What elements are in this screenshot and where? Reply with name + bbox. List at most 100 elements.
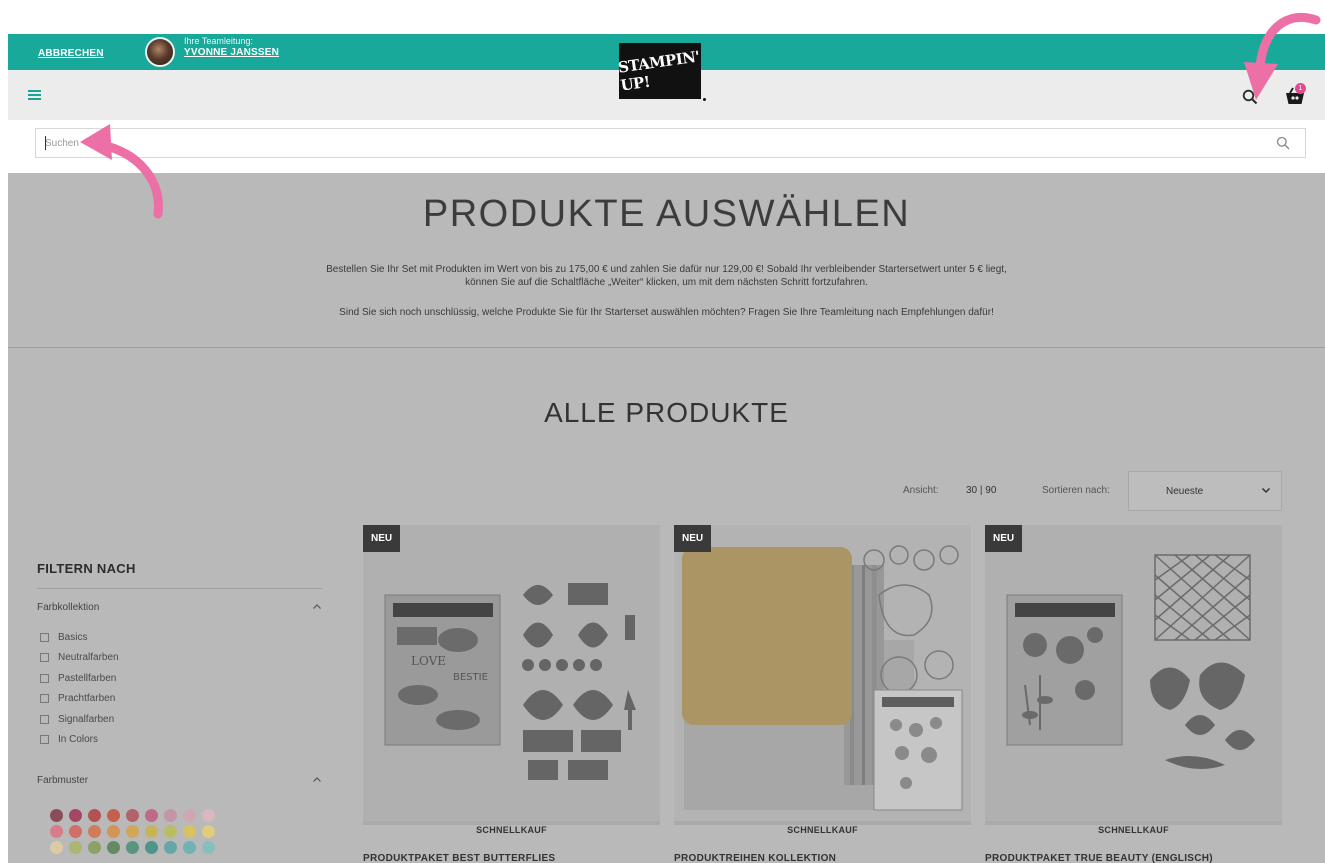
- new-badge: NEU: [985, 525, 1023, 552]
- swatch-row: [50, 809, 221, 825]
- color-swatch[interactable]: [50, 809, 63, 822]
- filter-option-pastellfarben[interactable]: Pastellfarben: [40, 668, 119, 689]
- chevron-up-icon: [313, 604, 321, 609]
- product-name[interactable]: PRODUKTPAKET TRUE BEAUTY (ENGLISCH): [985, 853, 1282, 863]
- checkbox[interactable]: [40, 673, 49, 683]
- stampin-up-logo[interactable]: STAMPIN' UP!: [616, 43, 701, 99]
- team-lead-label: Ihre Teamleitung:: [184, 36, 253, 46]
- color-swatch[interactable]: [183, 825, 196, 838]
- filter-option-in-colors[interactable]: In Colors: [40, 730, 119, 751]
- product-card[interactable]: NEU: [985, 525, 1282, 825]
- checkbox[interactable]: [40, 714, 49, 724]
- cancel-link[interactable]: ABBRECHEN: [38, 48, 104, 59]
- section-title: ALLE PRODUKTE: [544, 397, 789, 428]
- filter-option-label: Basics: [58, 631, 88, 643]
- color-swatch[interactable]: [164, 841, 177, 854]
- color-swatch[interactable]: [164, 825, 177, 838]
- product-card[interactable]: LOVE BESTIE NEU: [363, 525, 660, 825]
- color-swatch[interactable]: [145, 841, 158, 854]
- filter-option-prachtfarben[interactable]: Prachtfarben: [40, 689, 119, 710]
- filter-list-farbkollektion: Basics Neutralfarben Pastellfarben Prach…: [40, 627, 119, 750]
- checkbox[interactable]: [40, 694, 49, 704]
- quick-buy-link[interactable]: SCHNELLKAUF: [674, 825, 971, 835]
- color-swatch-grid: [50, 809, 221, 857]
- quick-buy-link[interactable]: SCHNELLKAUF: [363, 825, 660, 835]
- filter-option-label: Signalfarben: [58, 713, 115, 725]
- search-submit-icon[interactable]: [1276, 136, 1290, 150]
- svg-text:BESTIE: BESTIE: [453, 672, 488, 683]
- color-swatch[interactable]: [69, 809, 82, 822]
- filter-group-farbkollektion[interactable]: Farbkollektion: [37, 600, 322, 616]
- color-swatch[interactable]: [145, 825, 158, 838]
- section-divider: [8, 347, 1325, 348]
- new-badge: NEU: [674, 525, 712, 552]
- color-swatch[interactable]: [88, 841, 101, 854]
- paper-collection-illustration: [674, 525, 971, 821]
- svg-text:LOVE: LOVE: [411, 654, 446, 668]
- filter-group-label: Farbkollektion: [37, 602, 100, 613]
- product-name[interactable]: PRODUKTPAKET BEST BUTTERFLIES: [363, 853, 660, 863]
- product-image: [985, 525, 1282, 821]
- color-swatch[interactable]: [50, 841, 63, 854]
- filter-option-label: Prachtfarben: [58, 693, 116, 705]
- color-swatch[interactable]: [107, 809, 120, 822]
- color-swatch[interactable]: [145, 809, 158, 822]
- color-swatch[interactable]: [202, 825, 215, 838]
- color-swatch[interactable]: [202, 809, 215, 822]
- search-input[interactable]: [35, 128, 1306, 158]
- team-lead-name-link[interactable]: YVONNE JANSSEN: [184, 47, 279, 58]
- hero-description-line-1: Bestellen Sie Ihr Set mit Produkten im W…: [326, 264, 1007, 275]
- color-swatch[interactable]: [69, 825, 82, 838]
- checkbox[interactable]: [40, 653, 49, 663]
- view-options[interactable]: 30 | 90: [966, 485, 996, 496]
- product-image: LOVE BESTIE: [363, 525, 660, 821]
- color-swatch[interactable]: [69, 841, 82, 854]
- filter-title: FILTERN NACH: [37, 561, 136, 576]
- color-swatch[interactable]: [183, 809, 196, 822]
- sort-label: Sortieren nach:: [1042, 485, 1110, 496]
- filter-group-farbmuster[interactable]: Farbmuster: [37, 773, 322, 789]
- logo-trademark-dot: [703, 98, 706, 101]
- product-image: [674, 525, 971, 821]
- checkbox[interactable]: [40, 632, 49, 642]
- chevron-down-icon: [1261, 487, 1271, 494]
- color-swatch[interactable]: [126, 841, 139, 854]
- color-swatch[interactable]: [126, 809, 139, 822]
- filter-option-basics[interactable]: Basics: [40, 627, 119, 648]
- product-name[interactable]: PRODUKTREIHEN KOLLEKTION: [674, 853, 971, 863]
- color-swatch[interactable]: [88, 809, 101, 822]
- team-lead-avatar: [145, 37, 175, 67]
- filter-option-signalfarben[interactable]: Signalfarben: [40, 709, 119, 730]
- color-swatch[interactable]: [50, 825, 63, 838]
- new-badge: NEU: [363, 525, 401, 552]
- text-cursor: [45, 136, 46, 150]
- hero-description-line-2: können Sie auf die Schaltfläche „Weiter“…: [465, 277, 868, 288]
- search-bar: [8, 120, 1325, 173]
- page-content: PRODUKTE AUSWÄHLEN Bestellen Sie Ihr Set…: [8, 173, 1325, 863]
- annotation-arrow-search-field: [80, 124, 163, 219]
- hero-description: Bestellen Sie Ihr Set mit Produkten im W…: [158, 263, 1175, 289]
- logo-text: STAMPIN' UP!: [616, 47, 701, 95]
- color-swatch[interactable]: [202, 841, 215, 854]
- hamburger-menu-icon[interactable]: [28, 90, 41, 100]
- team-lead-info: Ihre Teamleitung: YVONNE JANSSEN: [184, 36, 279, 58]
- filter-option-label: Neutralfarben: [58, 652, 119, 664]
- product-card[interactable]: NEU: [674, 525, 971, 825]
- stamp-set-illustration: LOVE BESTIE: [384, 583, 636, 780]
- color-swatch[interactable]: [107, 825, 120, 838]
- hero-hint: Sind Sie sich noch unschlüssig, welche P…: [339, 307, 994, 318]
- chevron-up-icon: [313, 777, 321, 782]
- quick-buy-link[interactable]: SCHNELLKAUF: [985, 825, 1282, 835]
- color-swatch[interactable]: [107, 841, 120, 854]
- view-label: Ansicht:: [903, 485, 939, 496]
- annotation-arrow-search-icon: [1244, 12, 1321, 100]
- checkbox[interactable]: [40, 735, 49, 745]
- filter-option-neutralfarben[interactable]: Neutralfarben: [40, 648, 119, 669]
- sort-select[interactable]: Neueste: [1128, 471, 1282, 511]
- color-swatch[interactable]: [164, 809, 177, 822]
- sort-value: Neueste: [1166, 486, 1204, 497]
- color-swatch[interactable]: [88, 825, 101, 838]
- swatch-row: [50, 825, 221, 841]
- color-swatch[interactable]: [126, 825, 139, 838]
- color-swatch[interactable]: [183, 841, 196, 854]
